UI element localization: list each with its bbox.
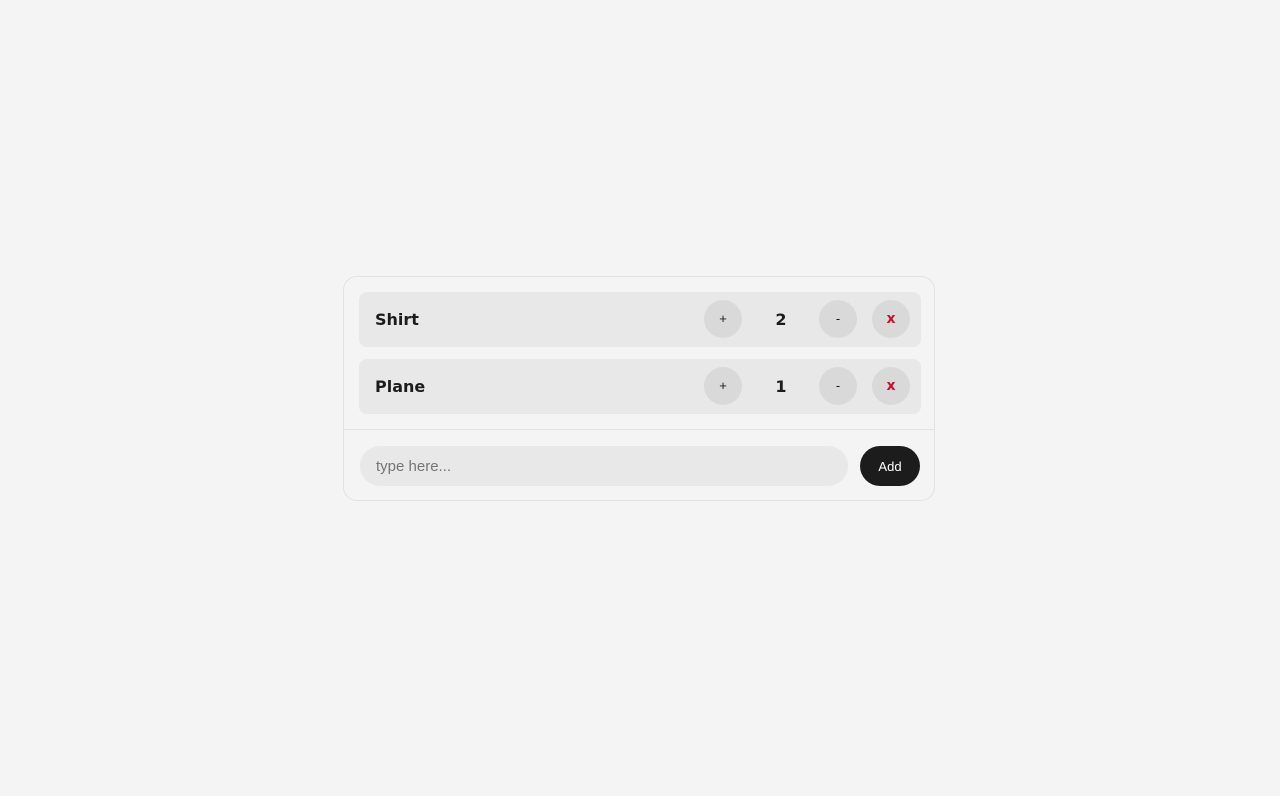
- add-button[interactable]: Add: [860, 446, 920, 486]
- item-quantity: 2: [775, 310, 787, 329]
- item-quantity: 1: [775, 377, 787, 396]
- list-item: Plane + 1 - x: [359, 359, 921, 414]
- remove-button[interactable]: x: [872, 300, 910, 338]
- divider: [344, 429, 934, 430]
- item-name: Plane: [375, 377, 426, 396]
- item-name: Shirt: [375, 310, 419, 329]
- decrement-button[interactable]: -: [819, 367, 857, 405]
- cart-card: Shirt + 2 - x Plane + 1 - x Add: [343, 276, 935, 501]
- increment-button[interactable]: +: [704, 367, 742, 405]
- increment-button[interactable]: +: [704, 300, 742, 338]
- decrement-button[interactable]: -: [819, 300, 857, 338]
- remove-button[interactable]: x: [872, 367, 910, 405]
- list-item: Shirt + 2 - x: [359, 292, 921, 347]
- item-input[interactable]: [360, 446, 848, 486]
- item-list: Shirt + 2 - x Plane + 1 - x: [359, 292, 921, 426]
- add-item-form: Add: [360, 446, 920, 486]
